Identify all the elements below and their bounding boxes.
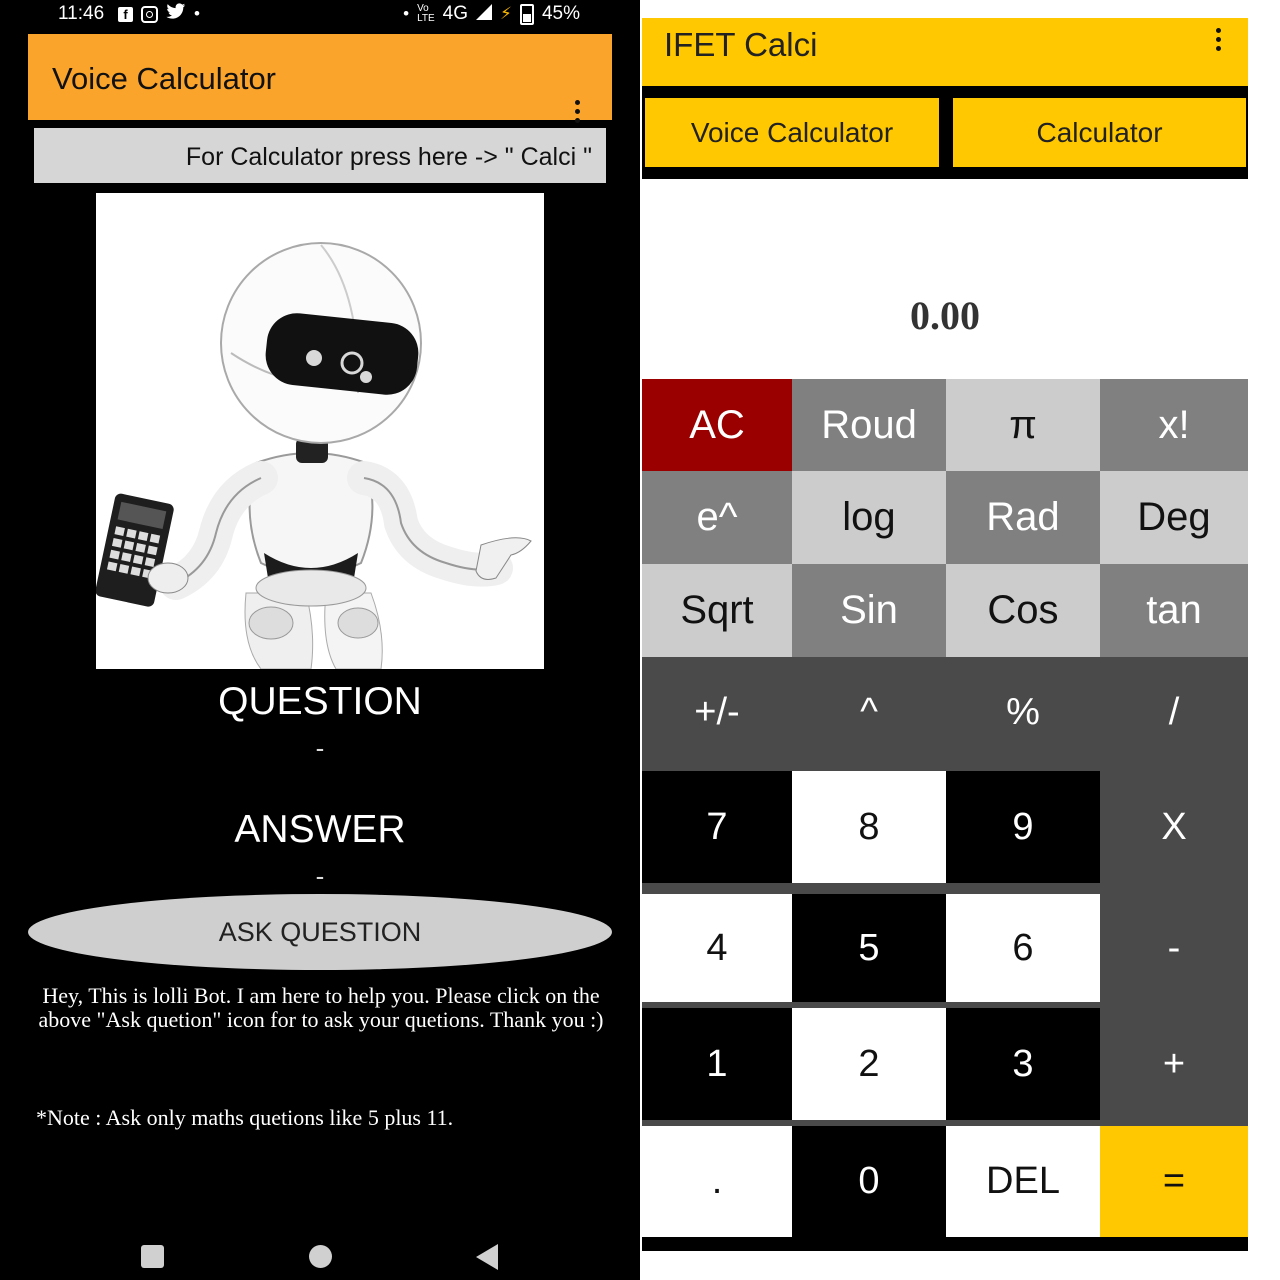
- network-type: 4G: [442, 3, 469, 24]
- deg-key[interactable]: Deg: [1100, 471, 1248, 564]
- dot-icon: •: [403, 4, 410, 23]
- sign-key[interactable]: +/-: [642, 657, 792, 767]
- dot-icon: •: [194, 4, 200, 23]
- digit-2-key[interactable]: 2: [792, 1008, 946, 1120]
- rad-key[interactable]: Rad: [946, 471, 1100, 564]
- result-display: 0.00: [910, 293, 980, 338]
- multiply-key[interactable]: X: [1100, 771, 1248, 883]
- factorial-key[interactable]: x!: [1100, 379, 1248, 471]
- calci-link-button[interactable]: For Calculator press here -> " Calci ": [34, 128, 606, 183]
- recents-icon[interactable]: [141, 1245, 164, 1268]
- signal-icon: [476, 3, 493, 25]
- instagram-icon: [141, 5, 158, 23]
- calculator-tab[interactable]: Calculator: [953, 98, 1246, 167]
- mode-tabs: Voice Calculator Calculator: [642, 86, 1248, 179]
- delete-key[interactable]: DEL: [946, 1126, 1100, 1237]
- status-bar: 11:46 f • • Vo LTE 4G ⚡ 45%: [0, 0, 640, 28]
- digit-4-key[interactable]: 4: [642, 894, 792, 1002]
- bottom-edge: [642, 1237, 1248, 1251]
- calculator-screen: IFET Calci Voice Calculator Calculator 0…: [640, 0, 1280, 1280]
- overflow-menu-icon[interactable]: [1216, 28, 1222, 51]
- divide-key[interactable]: /: [1100, 657, 1248, 767]
- ask-question-button[interactable]: ASK QUESTION: [28, 894, 612, 970]
- calci-link-label: For Calculator press here -> " Calci ": [185, 143, 592, 171]
- system-icons: • Vo LTE 4G ⚡ 45%: [403, 3, 580, 25]
- notification-icons: f •: [118, 3, 200, 25]
- answer-label: ANSWER: [234, 808, 406, 851]
- sin-key[interactable]: Sin: [792, 564, 946, 657]
- overflow-menu-icon[interactable]: [575, 100, 581, 123]
- voice-calculator-screen: 11:46 f • • Vo LTE 4G ⚡ 45% Voice Calcula…: [0, 0, 640, 1280]
- home-icon[interactable]: [309, 1245, 332, 1268]
- equals-key[interactable]: =: [1100, 1126, 1248, 1237]
- back-icon[interactable]: [476, 1244, 498, 1270]
- plus-key[interactable]: +: [1100, 1008, 1248, 1120]
- digit-3-key[interactable]: 3: [946, 1008, 1100, 1120]
- pi-key[interactable]: π: [946, 379, 1100, 471]
- status-time: 11:46: [58, 3, 105, 24]
- voice-calculator-tab[interactable]: Voice Calculator: [645, 98, 939, 167]
- facebook-icon: f: [118, 6, 133, 22]
- digit-8-key[interactable]: 8: [792, 771, 946, 883]
- tan-key[interactable]: tan: [1100, 564, 1248, 657]
- app-title: IFET Calci: [664, 26, 818, 63]
- question-value: -: [315, 733, 325, 763]
- usage-note: *Note : Ask only maths quetions like 5 p…: [36, 1105, 454, 1130]
- data-saver-icon: ⚡: [500, 4, 512, 23]
- digit-9-key[interactable]: 9: [946, 771, 1100, 883]
- minus-key[interactable]: -: [1100, 894, 1248, 1002]
- question-label: QUESTION: [218, 680, 422, 723]
- power-key[interactable]: ^: [792, 657, 946, 767]
- log-key[interactable]: log: [792, 471, 946, 564]
- decimal-key[interactable]: .: [642, 1126, 792, 1237]
- app-bar: Voice Calculator: [28, 34, 612, 123]
- digit-7-key[interactable]: 7: [642, 771, 792, 883]
- app-title: Voice Calculator: [52, 61, 277, 96]
- battery-icon: [519, 3, 534, 25]
- volte-icon: Vo LTE: [417, 3, 435, 24]
- twitter-icon: [166, 3, 186, 25]
- sqrt-key[interactable]: Sqrt: [642, 564, 792, 657]
- percent-key[interactable]: %: [946, 657, 1100, 767]
- exp-key[interactable]: e^: [642, 471, 792, 564]
- answer-value: -: [315, 861, 325, 891]
- app-bar: IFET Calci: [642, 18, 1248, 86]
- keypad: AC Roud π x! e^ log Rad Deg Sqrt Sin Cos tan +/- ^%/ 7…: [642, 379, 1248, 1237]
- digit-0-key[interactable]: 0: [792, 1126, 946, 1237]
- digit-5-key[interactable]: 5: [792, 894, 946, 1002]
- battery-level: 45%: [541, 3, 580, 24]
- cos-key[interactable]: Cos: [946, 564, 1100, 657]
- navigation-bar: [0, 1230, 640, 1280]
- digit-1-key[interactable]: 1: [642, 1008, 792, 1120]
- round-key[interactable]: Roud: [792, 379, 946, 471]
- bot-message: Hey, This is lolli Bot. I am here to hel…: [38, 983, 604, 1032]
- ac-key[interactable]: AC: [642, 379, 792, 471]
- digit-6-key[interactable]: 6: [946, 894, 1100, 1002]
- robot-image: [96, 193, 544, 669]
